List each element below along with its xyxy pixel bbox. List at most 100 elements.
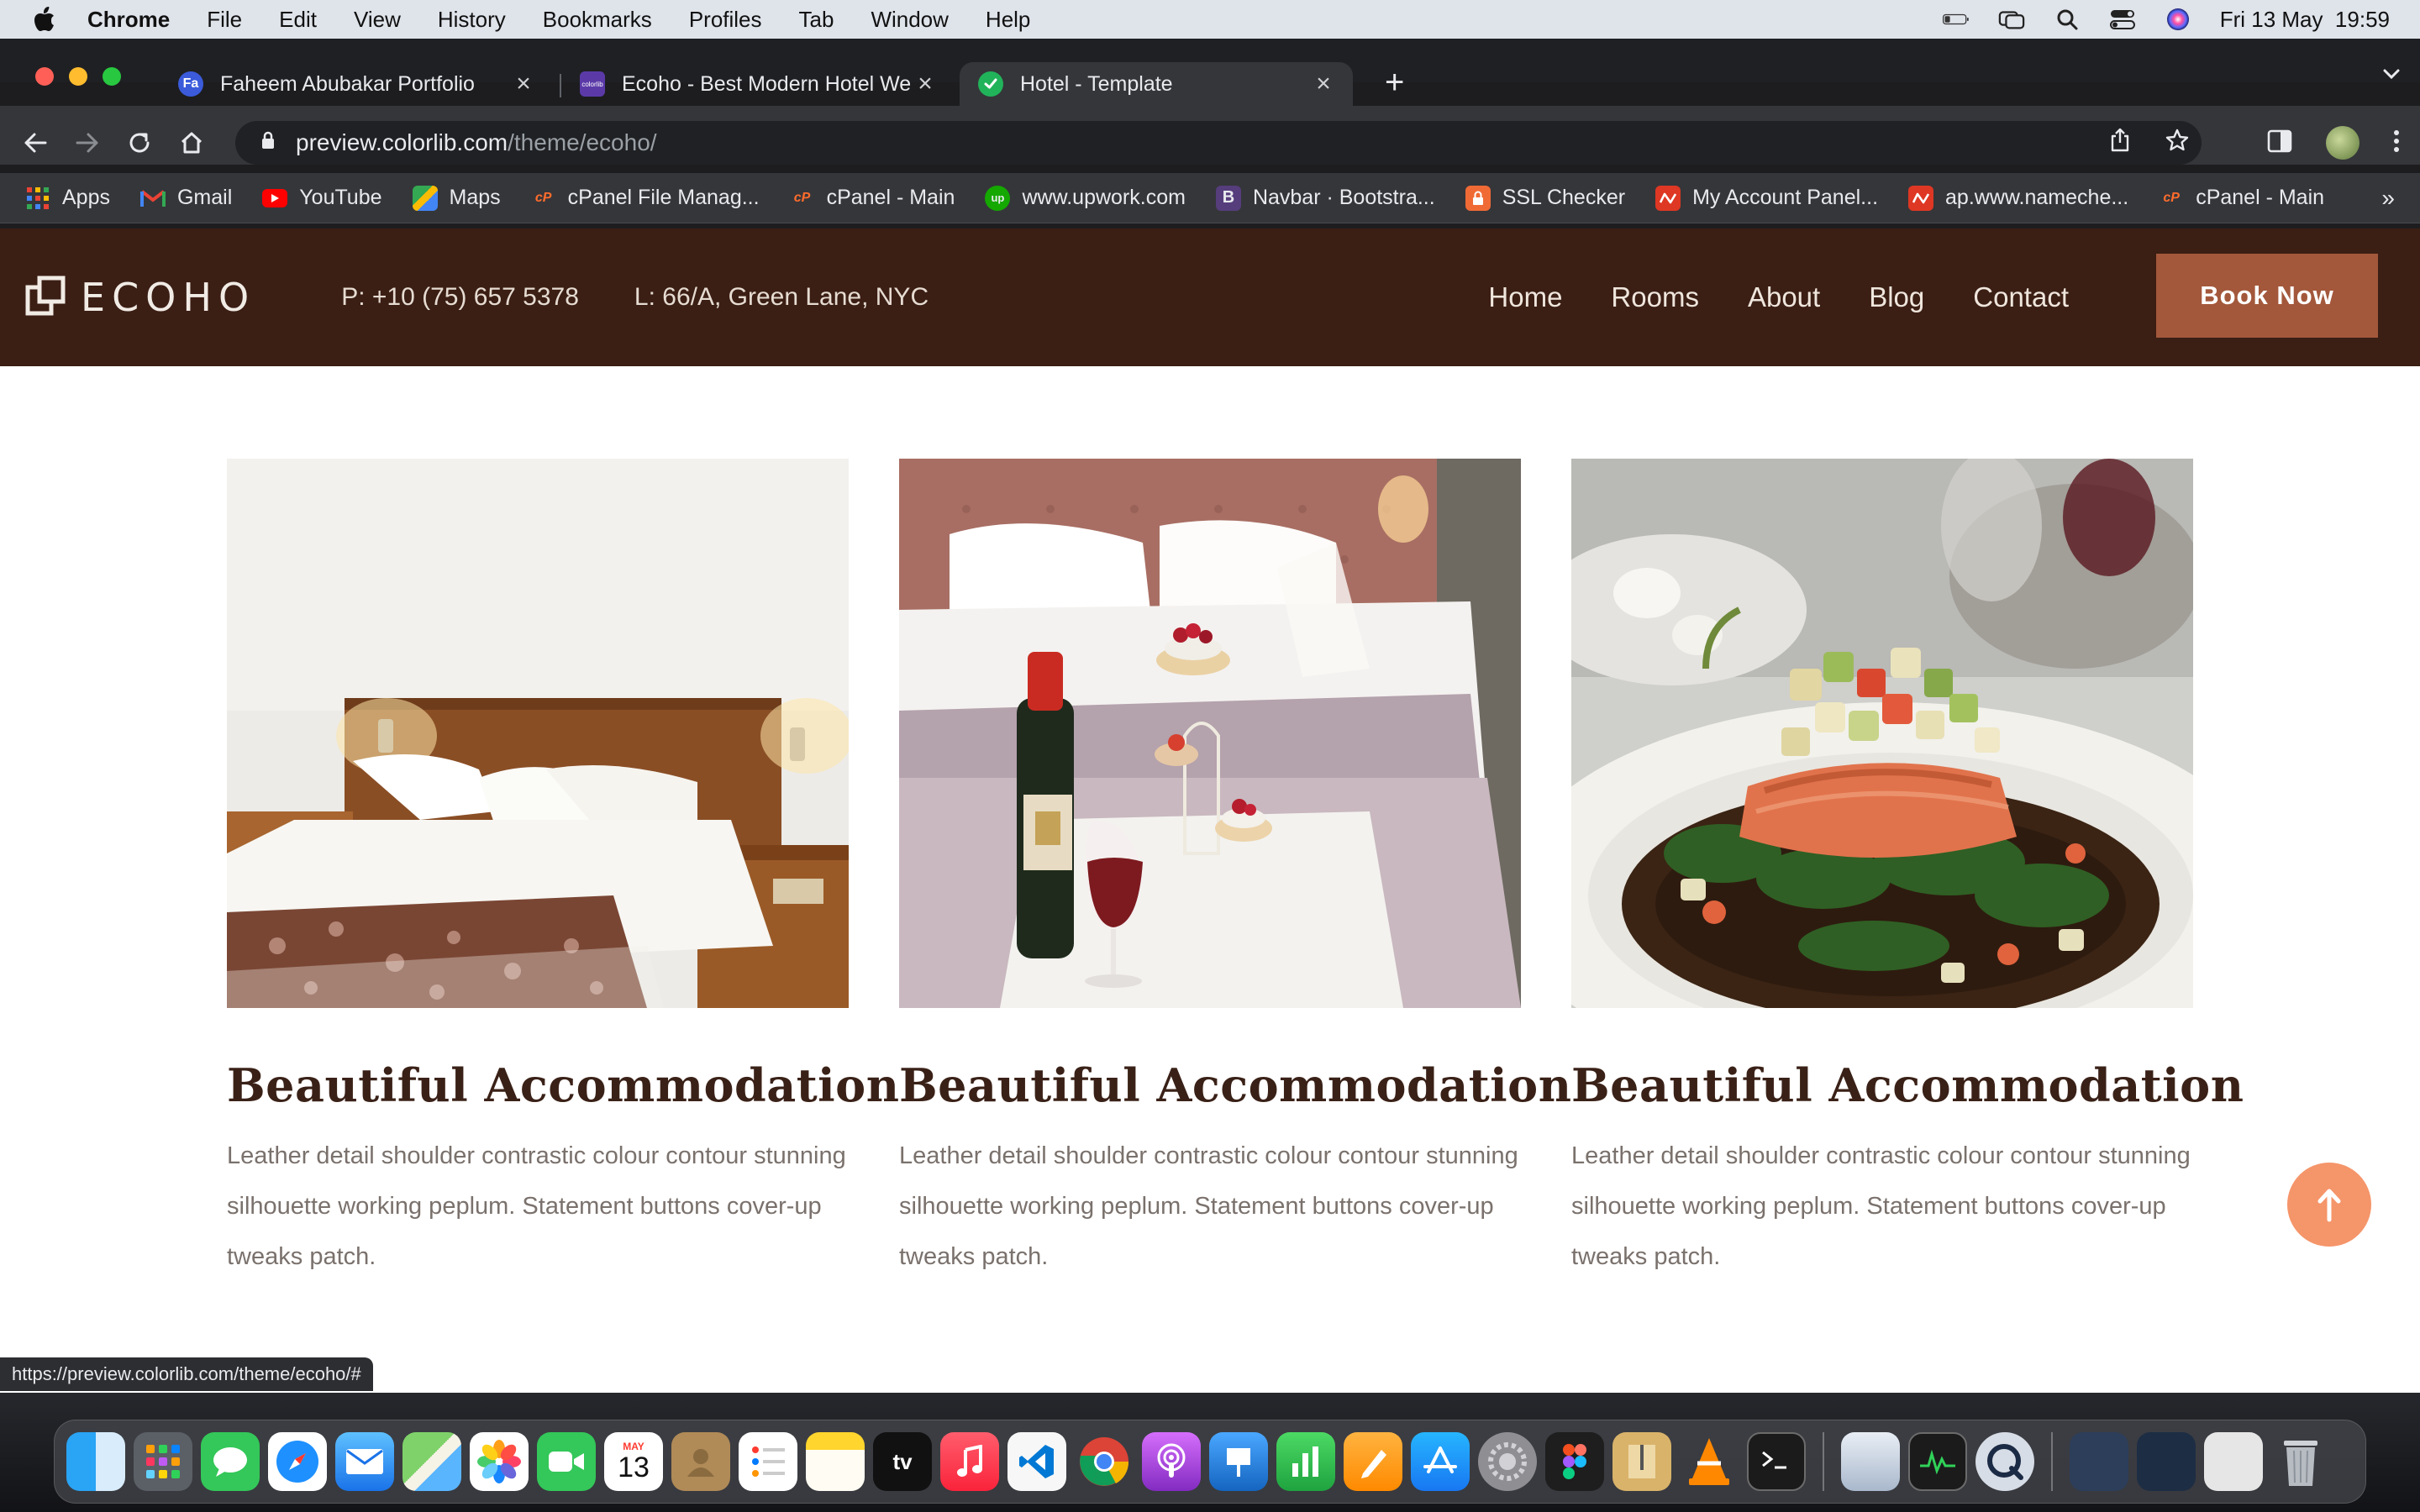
tab-ecoho[interactable]: colorlib Ecoho - Best Modern Hotel We × [561, 62, 955, 106]
bookmark-gmail[interactable]: Gmail [139, 186, 233, 211]
menu-file[interactable]: File [207, 7, 242, 33]
hotel-bedroom-photo[interactable] [227, 459, 849, 1008]
site-logo[interactable]: ECOHO [25, 275, 255, 320]
menu-edit[interactable]: Edit [279, 7, 317, 33]
tab-search-chevron-icon[interactable] [2381, 66, 2402, 87]
salmon-dinner-photo[interactable] [1571, 459, 2193, 1008]
bookmark-star-icon[interactable] [2165, 128, 2190, 159]
minimize-window-button[interactable] [69, 67, 87, 86]
minimized-window-thumbnail[interactable] [2070, 1432, 2128, 1491]
keynote-icon[interactable] [1209, 1432, 1268, 1491]
maps-app-icon[interactable] [402, 1432, 461, 1491]
menu-bookmarks[interactable]: Bookmarks [543, 7, 652, 33]
bookmark-cpanel-main-2[interactable]: cP cPanel - Main [2159, 186, 2324, 211]
bookmark-youtube[interactable]: YouTube [262, 186, 382, 210]
side-panel-icon[interactable] [2267, 129, 2292, 157]
bookmark-ssl-checker[interactable]: SSL Checker [1465, 185, 1625, 211]
terminal-icon[interactable] [1747, 1432, 1806, 1491]
mail-icon[interactable] [335, 1432, 394, 1491]
lock-icon[interactable] [260, 129, 276, 156]
launchpad-icon[interactable] [134, 1432, 192, 1491]
vlc-icon[interactable] [1680, 1432, 1739, 1491]
apple-tv-icon[interactable]: tv [873, 1432, 932, 1491]
menu-profiles[interactable]: Profiles [689, 7, 762, 33]
macos-menu-bar: Chrome File Edit View History Bookmarks … [0, 0, 2420, 39]
podcasts-icon[interactable] [1142, 1432, 1201, 1491]
bookmark-cpanel-main[interactable]: cP cPanel - Main [790, 186, 955, 211]
siri-icon[interactable] [2165, 8, 2191, 30]
chrome-icon[interactable] [1075, 1432, 1134, 1491]
bookmark-bootstrap-navbar[interactable]: B Navbar · Bootstra... [1215, 185, 1435, 211]
menu-window[interactable]: Window [871, 7, 948, 33]
minimized-window-thumbnail[interactable] [2137, 1432, 2196, 1491]
close-tab-icon[interactable]: × [914, 70, 936, 98]
address-bar[interactable]: preview.colorlib.com/theme/ecoho/ [235, 121, 2202, 165]
champagne-dessert-bed-photo[interactable] [899, 459, 1521, 1008]
messages-icon[interactable] [201, 1432, 260, 1491]
control-center-icon[interactable] [2109, 8, 2136, 30]
finder-icon[interactable] [66, 1432, 125, 1491]
screen-mirroring-icon[interactable] [1998, 8, 2025, 30]
close-tab-icon[interactable]: × [1313, 70, 1334, 98]
menubar-clock[interactable]: Fri 13 May 19:59 [2220, 7, 2390, 33]
contacts-icon[interactable] [671, 1432, 730, 1491]
notes-icon[interactable] [806, 1432, 865, 1491]
new-tab-button[interactable]: + [1385, 66, 1404, 99]
activity-monitor-icon[interactable] [1908, 1432, 1967, 1491]
close-window-button[interactable] [35, 67, 54, 86]
menu-chrome[interactable]: Chrome [87, 7, 170, 33]
share-icon[interactable] [2109, 128, 2131, 159]
menu-tab[interactable]: Tab [799, 7, 834, 33]
nav-blog[interactable]: Blog [1869, 281, 1924, 313]
safari-icon[interactable] [268, 1432, 327, 1491]
bookmark-namecheap-ap[interactable]: ap.www.nameche... [1908, 185, 2128, 211]
chrome-menu-icon[interactable] [2393, 129, 2400, 158]
forward-arrow-icon[interactable] [71, 126, 104, 160]
minimized-window-thumbnail[interactable] [2204, 1432, 2263, 1491]
figma-icon[interactable] [1545, 1432, 1604, 1491]
bookmark-upwork[interactable]: up www.upwork.com [985, 185, 1186, 211]
tab-title: Ecoho - Best Modern Hotel We [622, 71, 912, 96]
book-now-button[interactable]: Book Now [2156, 254, 2378, 338]
archive-utility-icon[interactable] [1612, 1432, 1671, 1491]
vscode-icon[interactable] [1007, 1432, 1066, 1491]
preview-icon[interactable] [1841, 1432, 1900, 1491]
bookmark-maps[interactable]: Maps [412, 185, 501, 211]
close-tab-icon[interactable]: × [513, 70, 534, 98]
spotlight-search-icon[interactable] [2054, 8, 2081, 30]
numbers-icon[interactable] [1276, 1432, 1335, 1491]
system-preferences-icon[interactable] [1478, 1432, 1537, 1491]
quicktime-icon[interactable] [1975, 1432, 2034, 1491]
app-store-icon[interactable] [1411, 1432, 1470, 1491]
bookmark-cpanel-file-manager[interactable]: cP cPanel File Manag... [531, 186, 760, 211]
tab-hotel-template[interactable]: Hotel - Template × [960, 62, 1353, 106]
zoom-window-button[interactable] [103, 67, 121, 86]
apple-logo-icon[interactable] [32, 5, 57, 34]
nav-rooms[interactable]: Rooms [1611, 281, 1699, 313]
menu-view[interactable]: View [354, 7, 401, 33]
menu-help[interactable]: Help [986, 7, 1030, 33]
nav-home[interactable]: Home [1488, 281, 1562, 313]
scroll-to-top-button[interactable] [2287, 1163, 2371, 1247]
bookmark-label: Gmail [176, 186, 233, 209]
bookmark-my-account-panel[interactable]: My Account Panel... [1655, 185, 1878, 211]
nav-contact[interactable]: Contact [1973, 281, 2069, 313]
trash-icon[interactable] [2271, 1432, 2330, 1491]
menu-history[interactable]: History [438, 7, 506, 33]
profile-avatar[interactable] [2326, 126, 2360, 160]
reload-icon[interactable] [123, 126, 156, 160]
nav-about[interactable]: About [1748, 281, 1820, 313]
home-icon[interactable] [175, 126, 208, 160]
more-bookmarks-chevron-icon[interactable]: » [2381, 185, 2395, 212]
music-icon[interactable] [940, 1432, 999, 1491]
pages-icon[interactable] [1344, 1432, 1402, 1491]
calendar-icon[interactable]: MAY 13 [604, 1432, 663, 1491]
reminders-icon[interactable] [739, 1432, 797, 1491]
arrow-up-icon [2317, 1189, 2341, 1222]
tab-portfolio[interactable]: Fa Faheem Abubakar Portfolio × [160, 62, 553, 106]
back-arrow-icon[interactable] [18, 126, 52, 160]
facetime-icon[interactable] [537, 1432, 596, 1491]
bookmark-apps[interactable]: Apps [25, 186, 110, 211]
photos-icon[interactable] [470, 1432, 529, 1491]
battery-icon[interactable] [1942, 8, 1970, 30]
